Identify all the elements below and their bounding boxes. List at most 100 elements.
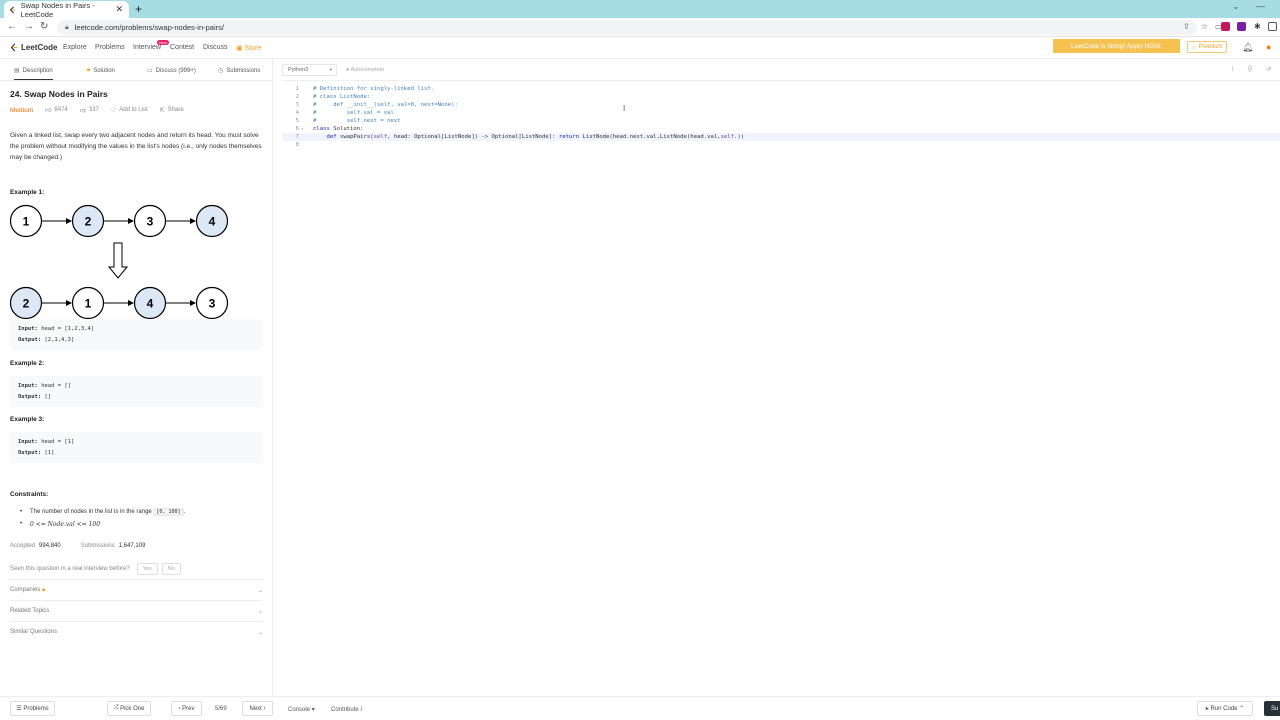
fold-arrow-icon[interactable]: ▾ (301, 125, 303, 133)
tab-solution[interactable]: 🔒︎ Solution (87, 67, 115, 74)
add-to-list-button[interactable]: ♡ Add to List (111, 107, 148, 114)
line-number: 2 (295, 94, 299, 100)
code-text: # Definition for singly-linked list. (313, 86, 435, 92)
add-to-list-label: Add to List (119, 107, 148, 113)
prev-button[interactable]: ‹ Prev (171, 701, 202, 716)
chevron-down-icon: ⌄ (257, 609, 263, 615)
code-line[interactable]: 5 # self.next = next (282, 117, 1280, 125)
tab-discuss-label: Discuss (999+) (155, 67, 196, 74)
related-topics-accordion[interactable]: Related Topics ⌄ (10, 608, 263, 615)
lock-icon: 🔒︎ (65, 23, 69, 31)
nav-problems[interactable]: Problems (95, 44, 125, 51)
console-label: Console (288, 707, 311, 713)
example-2-output: [] (44, 394, 52, 400)
extension-abp-icon[interactable] (1221, 22, 1230, 31)
line-number: 6 (295, 126, 299, 132)
close-tab-icon[interactable]: ✕ (115, 4, 123, 15)
lock-icon: 🔒︎ (42, 587, 46, 593)
constraint-2-math: 0 <= Node.val <= 100 (30, 521, 101, 528)
run-code-button[interactable]: ▸ Run Code ⌃ (1197, 701, 1253, 716)
contribute-button[interactable]: Contribute ⅰ (331, 706, 362, 713)
code-line[interactable]: 8 (282, 141, 1280, 149)
extension-icon[interactable] (1237, 22, 1246, 31)
premium-button[interactable]: ☆ Premium (1187, 41, 1227, 53)
editor-toolbar: Python3 ▾ ● Autocomplete ⅰ {} ↺ (282, 59, 1280, 81)
nav-explore[interactable]: Explore (63, 44, 87, 51)
code-line[interactable]: 2 # class ListNode: (282, 93, 1280, 101)
leetcode-navbar: LeetCode Explore Problems Interview New … (0, 37, 1280, 59)
code-editor-panel: Python3 ▾ ● Autocomplete ⅰ {} ↺ 1 # Defin… (282, 59, 1280, 696)
next-label: Next (249, 705, 262, 712)
no-button[interactable]: No (161, 563, 181, 575)
braces-icon[interactable]: {} (1248, 66, 1252, 72)
tab-search-icon[interactable]: ⌄ (1232, 1, 1240, 12)
next-button[interactable]: Next › (242, 701, 273, 716)
problem-description: Given a linked list, swap every two adja… (10, 132, 262, 161)
store-icon: ▣ (236, 45, 243, 52)
code-area[interactable]: 1 # Definition for singly-linked list. 2 # … (282, 85, 1280, 149)
info-icon[interactable]: ⅰ (1232, 66, 1234, 73)
code-line[interactable]: 7 def swapPairs(self, head: Optional[Lis… (282, 133, 1280, 141)
url-input[interactable]: 🔒︎ leetcode.com/problems/swap-nodes-in-p… (57, 20, 1197, 35)
forward-icon[interactable]: → (24, 21, 34, 32)
console-button[interactable]: Console ▾ (288, 706, 315, 713)
leetcode-logo-icon (10, 43, 18, 52)
avatar[interactable]: ● (1266, 42, 1271, 52)
share-button[interactable]: ⇱ Share (160, 107, 184, 114)
share-page-icon[interactable]: ⇪ (1183, 22, 1190, 31)
nav-contest[interactable]: Contest (170, 44, 194, 51)
like-button[interactable]: 👍︎ 8474 (45, 106, 68, 114)
code-text: # self.next = next (313, 118, 401, 124)
back-icon[interactable]: ← (7, 21, 17, 32)
dislike-button[interactable]: 👎︎ 337 (80, 106, 99, 114)
list-node-value: 4 (209, 215, 216, 229)
submit-button[interactable]: Su (1264, 701, 1280, 716)
lock-icon: 🔒︎ (87, 67, 91, 73)
reload-icon[interactable]: ↻ (40, 21, 48, 32)
code-line[interactable]: 3 # def __init__(self, val=0, next=None): (282, 101, 1280, 109)
browser-tab[interactable]: Swap Nodes in Pairs - LeetCode ✕ (4, 1, 129, 19)
line-number: 4 (295, 110, 299, 116)
autocomplete-toggle[interactable]: ● Autocomplete (346, 67, 384, 73)
thumbs-down-icon: 👎︎ (79, 108, 86, 114)
problems-button[interactable]: ☰ Problems (10, 701, 55, 716)
tab-submissions[interactable]: ◷ Submissions (218, 67, 261, 75)
nav-interview[interactable]: Interview (133, 44, 161, 51)
constraint-1-code: [0, 100] (153, 508, 184, 516)
list-icon: ☰ (16, 706, 24, 712)
list-node-value: 1 (23, 215, 30, 229)
pick-one-button[interactable]: ⤮ Pick One (107, 701, 151, 716)
divider (10, 621, 263, 622)
language-select[interactable]: Python3 ▾ (282, 64, 337, 76)
tab-discuss[interactable]: ▭ Discuss (999+) (147, 67, 196, 75)
code-line[interactable]: 1 # Definition for singly-linked list. (282, 85, 1280, 93)
profile-icon[interactable] (1268, 22, 1277, 31)
similar-questions-accordion[interactable]: Similar Questions ⌄ (10, 629, 263, 636)
tab-submissions-label: Submissions (226, 67, 261, 74)
input-label: Input: (18, 439, 38, 445)
yes-button[interactable]: Yes (136, 563, 158, 575)
extensions-puzzle-icon[interactable]: ✱ (1254, 22, 1261, 31)
interview-survey: Seen this question in a real interview b… (10, 563, 181, 575)
notification-bell-icon[interactable]: 🔔︎ (1242, 42, 1253, 53)
reset-icon[interactable]: ↺ (1266, 66, 1271, 73)
hiring-banner[interactable]: LeetCode is hiring! Apply NOW. (1053, 39, 1180, 53)
bookmark-star-icon[interactable]: ☆ (1201, 22, 1208, 31)
constraint-item: The number of nodes in the list is in th… (20, 507, 185, 518)
tab-description[interactable]: ▤ Description (14, 67, 53, 80)
companies-accordion[interactable]: Companies 🔒︎ ⌄ (10, 587, 263, 594)
leetcode-logo[interactable]: LeetCode (10, 43, 57, 52)
autocomplete-label: Autocomplete (350, 67, 385, 73)
code-line[interactable]: 4 # self.val = val (282, 109, 1280, 117)
chevron-up-icon: ⌃ (1237, 706, 1245, 712)
minimize-icon[interactable]: — (1256, 1, 1265, 11)
similar-questions-label: Similar Questions (10, 629, 58, 635)
nav-discuss[interactable]: Discuss (203, 44, 228, 51)
example-1-heading: Example 1: (10, 189, 45, 196)
leetcode-favicon-icon (9, 6, 16, 13)
code-line[interactable]: 6 ▾ class Solution: (282, 125, 1280, 133)
tab-description-label: Description (22, 67, 53, 74)
new-tab-icon[interactable]: + (135, 2, 142, 16)
list-node-value: 2 (23, 297, 30, 311)
nav-store[interactable]: ▣ Store (236, 44, 261, 52)
